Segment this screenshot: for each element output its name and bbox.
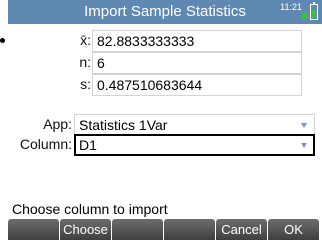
chevron-down-icon	[301, 143, 307, 148]
edge-dot	[0, 38, 5, 43]
title-bar: Import Sample Statistics 11:21	[8, 0, 322, 24]
clock: 11:21	[280, 2, 302, 12]
app-select-value: Statistics 1Var	[79, 117, 168, 133]
battery-icon	[310, 2, 318, 20]
mean-label: x̄:	[80, 32, 91, 48]
ok-button[interactable]: OK	[268, 219, 319, 240]
softkey-1[interactable]	[8, 219, 59, 240]
stddev-field[interactable]: 0.487510683644	[92, 74, 302, 96]
softkey-4[interactable]	[164, 219, 215, 240]
app-select[interactable]: Statistics 1Var	[74, 114, 315, 136]
column-select[interactable]: D1	[74, 134, 315, 156]
column-select-value: D1	[79, 137, 97, 153]
cancel-button[interactable]: Cancel	[216, 219, 267, 240]
count-label: n:	[79, 54, 91, 70]
help-text: Choose column to import	[12, 201, 168, 217]
softkey-menu: Choose Cancel OK	[8, 219, 322, 240]
stddev-label: s:	[80, 76, 91, 92]
column-label: Column:	[19, 136, 72, 152]
mean-field[interactable]: 82.8833333333	[92, 30, 302, 52]
choose-button[interactable]: Choose	[60, 219, 111, 240]
count-field[interactable]: 6	[92, 52, 302, 74]
chevron-down-icon	[301, 123, 307, 128]
softkey-3[interactable]	[112, 219, 163, 240]
window-title: Import Sample Statistics	[84, 3, 246, 20]
wireless-icon	[302, 13, 308, 19]
app-label: App:	[43, 116, 72, 132]
calculator-screen: Import Sample Statistics 11:21 x̄: 82.88…	[8, 0, 322, 240]
